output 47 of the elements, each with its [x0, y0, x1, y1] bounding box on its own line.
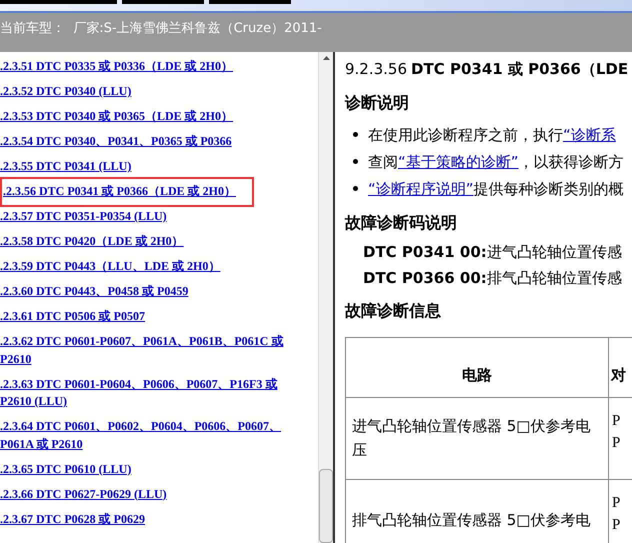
- bullet-text: 在使用此诊断程序之前，执行: [368, 124, 563, 146]
- nav-link[interactable]: .2.3.52 DTC P0340 (LLU): [0, 83, 132, 100]
- nav-link[interactable]: .2.3.64 DTC P0601、P0602、P0604、P0606、P0607、P061A 或 P2610: [0, 418, 300, 453]
- nav-link[interactable]: .2.3.65 DTC P0610 (LLU): [0, 460, 132, 478]
- doc-link[interactable]: “基于策略的诊断”: [398, 150, 519, 174]
- section-heading: 诊断说明: [345, 92, 410, 114]
- section-heading: 故障诊断信息: [345, 300, 442, 322]
- dtc-code: DTC P0366 00:: [363, 268, 487, 288]
- nav-link[interactable]: .2.3.61 DTC P0506 或 P0507: [0, 308, 145, 326]
- bullet-text: 查阅: [368, 152, 398, 172]
- scrollbar[interactable]: [318, 52, 333, 543]
- table-cell-text: P: [612, 434, 622, 452]
- nav-link[interactable]: .2.3.54 DTC P0340、P0341、P0365 或 P0366: [0, 133, 232, 150]
- doc-link[interactable]: “诊断程序说明”: [368, 176, 474, 200]
- bullet-text: 提供每种诊断类别的概: [474, 178, 624, 200]
- nav-link[interactable]: .2.3.56 DTC P0341 或 P0366（LDE 或 2H0）: [0, 177, 254, 206]
- nav-link[interactable]: .2.3.62 DTC P0601-P0607、P061A、P061B、P061C 或 P2610: [0, 333, 300, 368]
- nav-link[interactable]: .2.3.57 DTC P0351-P0354 (LLU): [0, 208, 167, 226]
- nav-link[interactable]: .2.3.63 DTC P0601-P0604、P0606、P0607、P16F3 或 P2610 (LLU): [0, 376, 300, 410]
- bullet-icon: [353, 186, 358, 191]
- article-title: DTC P0341 或 P0366（LDE: [411, 59, 628, 80]
- bullet-icon: [353, 132, 358, 137]
- column-header: 电路: [462, 365, 492, 386]
- nav-link[interactable]: .2.3.60 DTC P0443、P0458 或 P0459: [0, 283, 188, 300]
- bullet-text: ，以获得诊断方: [518, 152, 624, 172]
- nav-link[interactable]: .2.3.66 DTC P0627-P0629 (LLU): [0, 486, 167, 503]
- article-number: 9.2.3.56: [345, 59, 408, 80]
- nav-link[interactable]: .2.3.53 DTC P0340 或 P0365（LDE 或 2H0）: [0, 108, 234, 126]
- dtc-description: 进气凸轮轴位置传感: [486, 242, 622, 262]
- table-cell-text: 进气凸轮轴位置传感器 5□伏参考电压: [352, 416, 592, 461]
- dtc-description: 排气凸轮轴位置传感: [486, 268, 622, 288]
- table-cell-text: 排气凸轮轴位置传感器 5□伏参考电: [352, 510, 590, 531]
- nav-link[interactable]: .2.3.59 DTC P0443（LLU、LDE 或 2H0）: [0, 258, 220, 276]
- scroll-thumb[interactable]: [319, 469, 333, 543]
- table-cell-text: P: [612, 516, 622, 534]
- section-heading: 故障诊断码说明: [345, 212, 458, 234]
- doc-link[interactable]: “诊断系: [563, 122, 616, 146]
- column-header: 对: [611, 365, 626, 386]
- table-cell-text: P: [612, 494, 622, 512]
- nav-link[interactable]: .2.3.55 DTC P0341 (LLU): [0, 158, 132, 176]
- nav-link[interactable]: .2.3.58 DTC P0420（LDE 或 2H0）: [0, 233, 184, 250]
- table-cell-text: P: [612, 412, 622, 430]
- vehicle-model: 当前车型： 厂家:S-上海雪佛兰科鲁兹（Cruze）2011-: [0, 21, 322, 36]
- nav-link[interactable]: .2.3.51 DTC P0335 或 P0336（LDE 或 2H0）: [0, 58, 234, 76]
- nav-link[interactable]: .2.3.67 DTC P0628 或 P0629: [0, 510, 145, 528]
- dtc-code: DTC P0341 00:: [363, 242, 487, 262]
- bullet-icon: [353, 159, 358, 164]
